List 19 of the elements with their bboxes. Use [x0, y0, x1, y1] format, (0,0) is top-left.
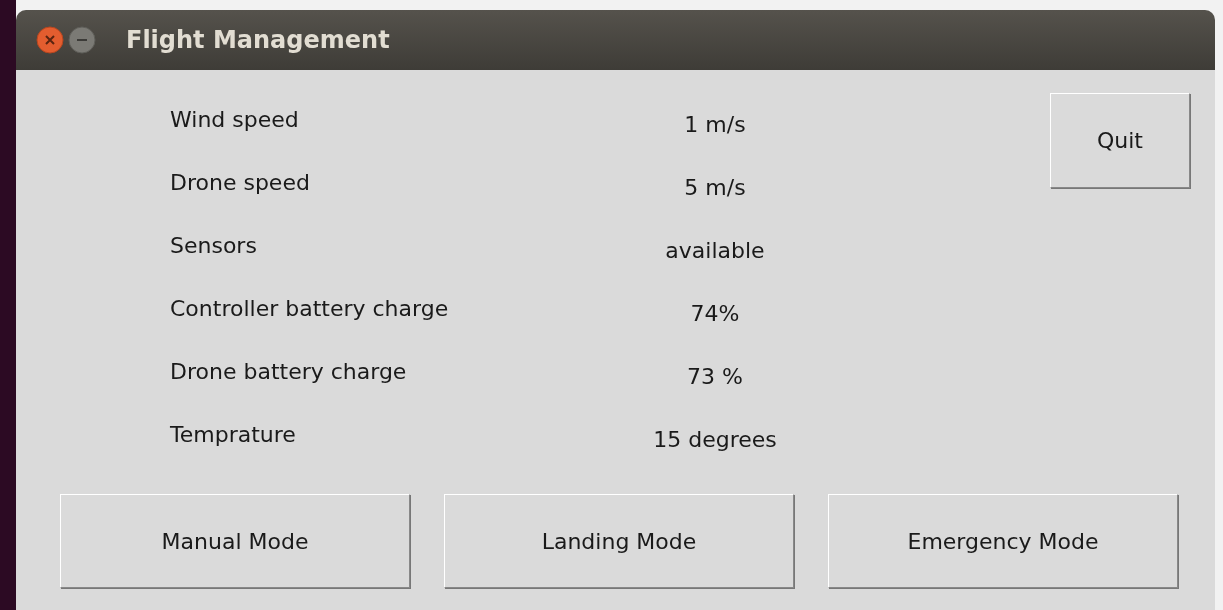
reading-value: 1 m/s	[683, 111, 747, 137]
window-title: Flight Management	[126, 26, 390, 54]
reading-value: 5 m/s	[683, 174, 747, 200]
reading-label: Controller battery charge	[170, 296, 450, 321]
reading-label: Temprature	[170, 422, 297, 447]
reading-value: available	[664, 237, 766, 263]
minimize-icon[interactable]	[68, 26, 96, 54]
quit-button[interactable]: Quit	[1050, 93, 1190, 188]
reading-label: Sensors	[170, 233, 258, 258]
reading-label: Wind speed	[170, 107, 300, 132]
close-icon[interactable]	[36, 26, 64, 54]
reading-value: 74%	[689, 300, 741, 326]
reading-value: 15 degrees	[652, 426, 778, 452]
reading-value: 73 %	[686, 363, 744, 389]
mode-button[interactable]: Manual Mode	[60, 494, 410, 588]
reading-label: Drone speed	[170, 170, 311, 195]
mode-button[interactable]: Emergency Mode	[828, 494, 1178, 588]
reading-label: Drone battery charge	[170, 359, 408, 384]
mode-button[interactable]: Landing Mode	[444, 494, 794, 588]
